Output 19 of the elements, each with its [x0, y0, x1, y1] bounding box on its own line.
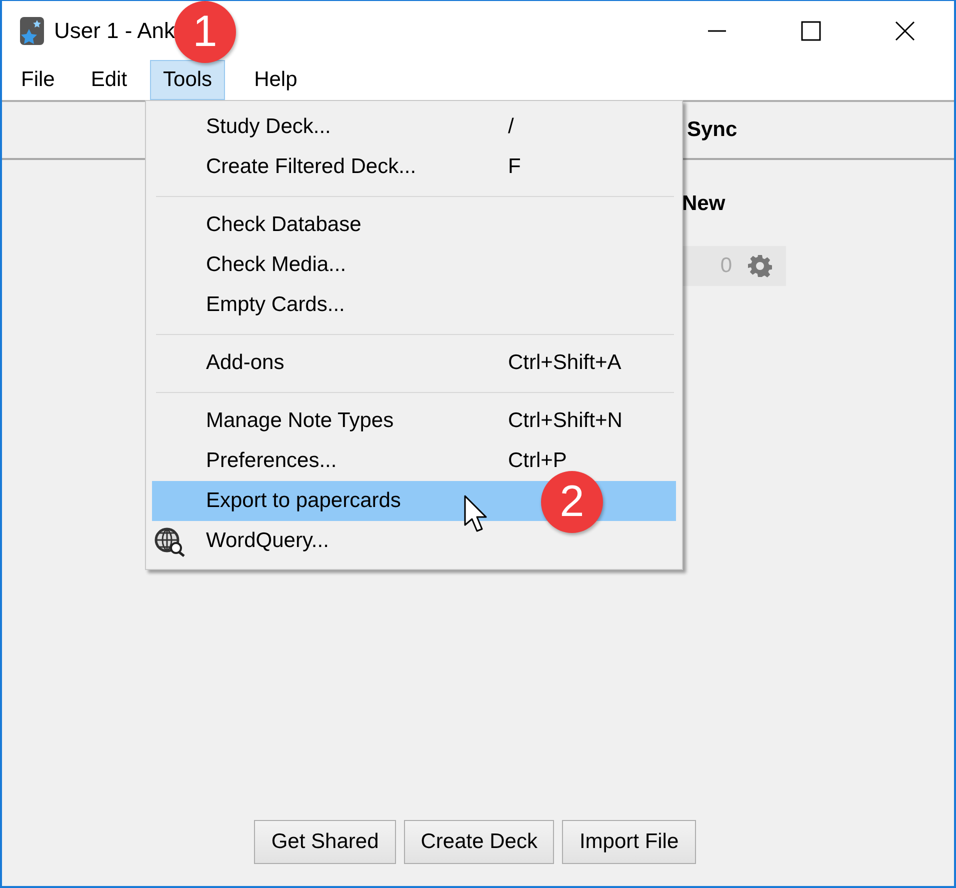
menu-item[interactable]: Study Deck... /: [152, 107, 676, 147]
menu-item[interactable]: Manage Note Types Ctrl+Shift+N: [152, 401, 676, 441]
globe-search-icon: [154, 527, 186, 557]
sync-link[interactable]: Sync: [687, 118, 738, 142]
app-icon: [20, 16, 44, 44]
column-header: New: [682, 192, 726, 216]
toolbar-button[interactable]: Get Shared: [254, 820, 396, 864]
settings-icon[interactable]: [748, 254, 772, 278]
menu-item[interactable]: Create Filtered Deck... F: [152, 147, 676, 187]
menu-bar-item[interactable]: Tools: [150, 60, 226, 100]
new-count: 0: [720, 254, 732, 278]
menu-item[interactable]: Empty Cards...: [152, 285, 676, 325]
menu-bar-item[interactable]: Edit: [78, 60, 140, 100]
menu-bar-item[interactable]: Help: [241, 60, 310, 100]
toolbar-button[interactable]: Import File: [562, 820, 696, 864]
menu-item[interactable]: Check Database: [152, 205, 676, 245]
menu-bar-item[interactable]: File: [8, 60, 68, 100]
menu-item[interactable]: Add-ons Ctrl+Shift+A: [152, 343, 676, 383]
toolbar-button[interactable]: Create Deck: [404, 820, 554, 864]
